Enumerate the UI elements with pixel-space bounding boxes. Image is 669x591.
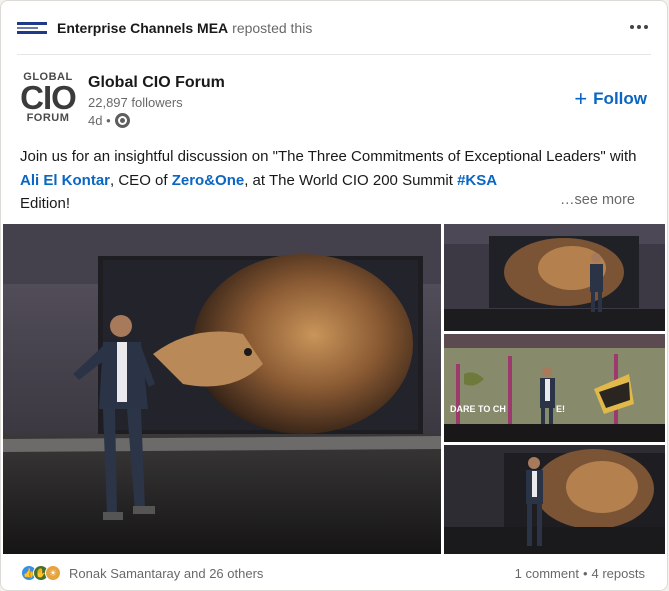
follow-label: Follow bbox=[593, 89, 647, 108]
comments-count[interactable]: 1 comment bbox=[515, 566, 579, 581]
plus-icon: + bbox=[574, 86, 588, 111]
post-image-thumbnail-2[interactable]: DARE TO CH E! bbox=[444, 334, 665, 442]
more-options-icon[interactable] bbox=[623, 15, 655, 39]
stage-lion-wide bbox=[444, 224, 665, 331]
insightful-reaction-icon: ☀ bbox=[45, 565, 61, 581]
banner-text: DARE TO CH bbox=[450, 404, 506, 414]
post-meta: 4d • bbox=[88, 113, 130, 128]
post-text: Join us for an insightful discussion on … bbox=[20, 145, 640, 216]
stage-lion-close bbox=[444, 445, 665, 554]
repost-actor-name[interactable]: Enterprise Channels MEA bbox=[57, 20, 228, 36]
reposts-count[interactable]: 4 reposts bbox=[592, 566, 645, 581]
mention-ali-el-kontar[interactable]: Ali El Kontar bbox=[20, 172, 110, 189]
post-text-part: Join us for an insightful discussion on … bbox=[20, 148, 637, 165]
banner-text-end: E! bbox=[556, 404, 565, 414]
post-time: 4d • bbox=[88, 113, 111, 128]
post-text-part: Edition! bbox=[20, 195, 71, 212]
follow-button[interactable]: + Follow bbox=[574, 86, 647, 111]
repost-header: Enterprise Channels MEA reposted this bbox=[17, 13, 651, 43]
hashtag-ksa[interactable]: #KSA bbox=[457, 172, 497, 189]
reactions-text: Ronak Samantaray and 26 others bbox=[69, 565, 264, 581]
post-image-thumbnail-3[interactable] bbox=[444, 445, 665, 554]
post-text-part: , at The World CIO 200 Summit bbox=[244, 171, 458, 189]
post-image-main[interactable] bbox=[3, 224, 441, 554]
post-image-thumbnail-1[interactable] bbox=[444, 224, 665, 331]
mention-zero-and-one[interactable]: Zero&One bbox=[172, 172, 245, 189]
stage-lion-scene bbox=[3, 224, 441, 554]
reactions-summary[interactable]: 👍 ✋ ☀ Ronak Samantaray and 26 others bbox=[21, 565, 263, 581]
repost-action-text: reposted this bbox=[232, 20, 313, 36]
see-more-link[interactable]: …see more bbox=[556, 192, 635, 208]
stats-separator: • bbox=[582, 566, 588, 581]
logo-line-forum: FORUM bbox=[26, 112, 70, 124]
feed-post-card: Enterprise Channels MEA reposted this GL… bbox=[0, 0, 668, 591]
globe-icon bbox=[114, 113, 130, 128]
post-text-part: , CEO of bbox=[110, 171, 172, 189]
global-cio-forum-logo[interactable]: GLOBAL CIO FORUM bbox=[19, 69, 77, 127]
author-name[interactable]: Global CIO Forum bbox=[88, 74, 225, 92]
stage-butterfly-scene: DARE TO CH E! bbox=[444, 334, 665, 442]
post-stats: 1 comment • 4 reposts bbox=[515, 566, 645, 581]
logo-line-cio: CIO bbox=[20, 79, 77, 116]
enterprise-channels-logo-icon[interactable] bbox=[17, 21, 47, 35]
header-divider bbox=[17, 54, 651, 55]
author-followers: 22,897 followers bbox=[88, 95, 183, 110]
